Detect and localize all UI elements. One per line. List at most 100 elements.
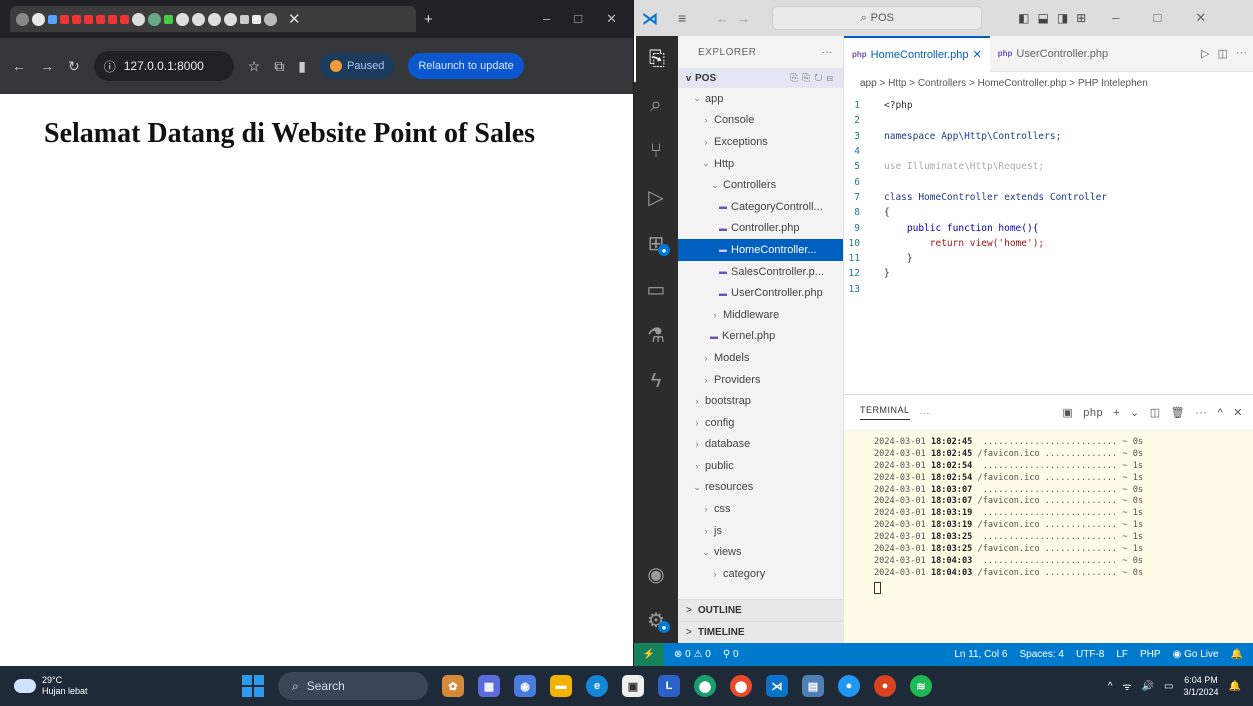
clock[interactable]: 6:04 PM 3/1/2024	[1184, 674, 1219, 698]
new-tab-icon[interactable]: +	[424, 11, 433, 28]
teams-app-icon[interactable]: ◉	[514, 675, 536, 697]
tree-item[interactable]: ▬ Controller.php	[678, 218, 843, 240]
site-info-icon[interactable]: ⓘ	[104, 58, 116, 75]
photos-app-icon[interactable]: ▤	[802, 675, 824, 697]
reload-icon[interactable]: ↻	[68, 58, 80, 75]
manage-gear-icon[interactable]: ⚙ ●	[634, 597, 678, 643]
remote-explorer-icon[interactable]: ▭	[634, 266, 678, 312]
timeline-section[interactable]: > TIMELINE	[678, 621, 844, 643]
toggle-sidebar-icon[interactable]: ◧	[1018, 11, 1029, 25]
bookmark-star-icon[interactable]: ☆	[248, 58, 261, 75]
split-terminal-icon[interactable]: ◫	[1150, 406, 1161, 419]
cursor-position[interactable]: Ln 11, Col 6	[954, 649, 1007, 660]
volume-icon[interactable]: 🔊	[1142, 681, 1154, 692]
terminal-shell-label[interactable]: php	[1083, 407, 1103, 419]
eol-status[interactable]: LF	[1116, 649, 1128, 660]
customize-layout-icon[interactable]: ⊞	[1076, 11, 1086, 25]
widgets-app-icon[interactable]: ✿	[442, 675, 464, 697]
taskbar-search[interactable]: ⌕ Search	[278, 672, 428, 700]
more-panels-icon[interactable]: ···	[920, 408, 931, 418]
close-icon[interactable]: ✕	[1195, 10, 1206, 26]
tree-item[interactable]: › config	[678, 412, 843, 434]
forward-icon[interactable]: →	[40, 58, 54, 74]
tree-item[interactable]: › public	[678, 455, 843, 477]
tree-item[interactable]: ▬ SalesController.p...	[678, 261, 843, 283]
tree-item[interactable]: › css	[678, 498, 843, 520]
back-icon[interactable]: ←	[12, 58, 26, 74]
extensions-icon[interactable]: ⧉	[274, 58, 284, 75]
battery-icon[interactable]: ▭	[1164, 681, 1173, 692]
tab-user-controller[interactable]: php UserController.php	[990, 36, 1116, 72]
accounts-icon[interactable]: ◉	[634, 551, 678, 597]
tree-item[interactable]: ▬ CategoryControll...	[678, 196, 843, 218]
outline-section[interactable]: > OUTLINE	[678, 599, 844, 621]
close-tab-icon[interactable]: ✕	[288, 10, 301, 28]
tab-home-controller[interactable]: php HomeController.php ✕	[844, 35, 990, 72]
tree-item[interactable]: ▬ Kernel.php	[678, 326, 843, 348]
relaunch-to-update-button[interactable]: Relaunch to update	[408, 53, 524, 79]
ports-status[interactable]: ⚲ 0	[723, 649, 739, 660]
indentation-status[interactable]: Spaces: 4	[1020, 649, 1064, 660]
run-debug-icon[interactable]: ▷	[634, 174, 678, 220]
tree-item[interactable]: › Providers	[678, 369, 843, 391]
wifi-icon[interactable]: ᯤ	[1122, 679, 1131, 693]
address-bar[interactable]: ⓘ 127.0.0.1:8000	[93, 51, 234, 81]
l-app-icon[interactable]: L	[658, 675, 680, 697]
more-actions-icon[interactable]: ···	[822, 47, 834, 58]
chrome-icon[interactable]: ⬤	[694, 675, 716, 697]
trash-icon[interactable]: 🗑	[1171, 406, 1185, 419]
close-icon[interactable]: ✕	[606, 11, 617, 27]
tree-item[interactable]: › Console	[678, 110, 843, 132]
maximize-icon[interactable]: □	[1154, 10, 1162, 26]
file-explorer-icon[interactable]: ▬	[550, 675, 572, 697]
minimize-icon[interactable]: –	[543, 11, 550, 27]
app-icon[interactable]: ●	[874, 675, 896, 697]
tree-item[interactable]: › Exceptions	[678, 131, 843, 153]
store-app-icon[interactable]: ▣	[622, 675, 644, 697]
run-icon[interactable]: ▷	[1201, 47, 1209, 60]
tree-item[interactable]: › category	[678, 563, 843, 585]
start-button-icon[interactable]	[242, 675, 264, 697]
tree-item[interactable]: ⌄ views	[678, 541, 843, 563]
tree-item[interactable]: › database	[678, 434, 843, 456]
tree-item[interactable]: ⌄ Http	[678, 153, 843, 175]
more-actions-icon[interactable]: ···	[1195, 407, 1208, 419]
go-live-button[interactable]: ◉ Go Live	[1173, 649, 1219, 660]
tree-item[interactable]: › bootstrap	[678, 390, 843, 412]
sidepanel-icon[interactable]: ▮	[298, 58, 306, 75]
workspace-root[interactable]: v POS ⎘⎘↻⊟	[678, 68, 843, 88]
profile-paused-button[interactable]: Paused	[320, 53, 395, 79]
tree-item[interactable]: ⌄ app	[678, 88, 843, 110]
chevron-up-icon[interactable]: ^	[1108, 681, 1113, 692]
explorer-actions[interactable]: ⎘⎘↻⊟	[790, 73, 837, 84]
browser-tab[interactable]: ✕	[10, 6, 416, 32]
tree-item[interactable]: › js	[678, 520, 843, 542]
testing-icon[interactable]: ⚗	[634, 312, 678, 358]
tree-item[interactable]: ▬ UserController.php	[678, 282, 843, 304]
edge-browser-icon[interactable]: e	[586, 675, 608, 697]
spotify-icon[interactable]: ≋	[910, 675, 932, 697]
tree-item[interactable]: › Models	[678, 347, 843, 369]
search-icon[interactable]: ⌕	[634, 82, 678, 128]
task-view-icon[interactable]: ▦	[478, 675, 500, 697]
split-editor-icon[interactable]: ◫	[1218, 47, 1228, 60]
chrome-alt-icon[interactable]: ⬤	[730, 675, 752, 697]
minimize-icon[interactable]: –	[1112, 10, 1119, 26]
new-terminal-icon[interactable]: +	[1113, 407, 1120, 419]
vscode-taskbar-icon[interactable]: ⋊	[766, 675, 788, 697]
app-icon[interactable]: ●	[838, 675, 860, 697]
notification-bell-icon[interactable]: 🔔	[1229, 681, 1241, 692]
maximize-icon[interactable]: □	[574, 11, 582, 27]
notifications-icon[interactable]: 🔔	[1231, 649, 1243, 660]
problems-status[interactable]: ⊗ 0 ⚠ 0	[674, 649, 711, 660]
remote-icon[interactable]: ⚡	[634, 643, 664, 666]
toggle-panel-icon[interactable]: ⬓	[1038, 11, 1049, 25]
close-icon[interactable]: ✕	[973, 48, 982, 61]
terminal-tab[interactable]: TERMINAL	[860, 405, 910, 420]
weather-widget[interactable]: 29°C Hujan lebat	[14, 675, 184, 697]
breadcrumb[interactable]: app > Http > Controllers > HomeControlle…	[844, 72, 1253, 94]
terminal-output[interactable]: 2024-03-01 18:02:45 ....................…	[844, 431, 1253, 597]
menu-icon[interactable]: ≡	[678, 10, 686, 26]
command-center-search[interactable]: ⌕ POS	[772, 6, 983, 30]
tree-item-selected[interactable]: ▬ HomeController...	[678, 239, 843, 261]
